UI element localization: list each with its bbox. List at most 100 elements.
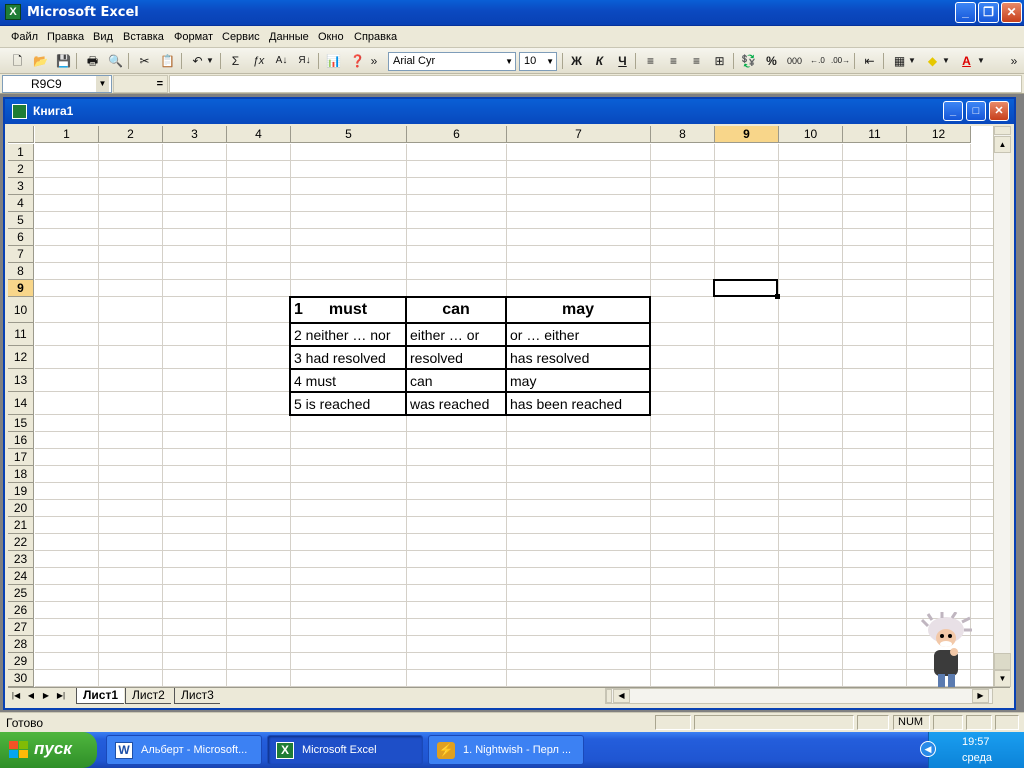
name-box[interactable]: R9C9 ▼ bbox=[2, 75, 112, 93]
scroll-thumb[interactable] bbox=[994, 653, 1011, 670]
print-preview-icon[interactable]: 🔍 bbox=[106, 52, 125, 70]
row-header[interactable]: 15 bbox=[8, 415, 34, 432]
cut-icon[interactable]: ✂ bbox=[135, 52, 154, 70]
row-header[interactable]: 28 bbox=[8, 636, 34, 653]
last-sheet-icon[interactable]: ▶| bbox=[55, 689, 67, 702]
menu-tools[interactable]: Сервис bbox=[222, 31, 260, 43]
column-header[interactable]: 1 bbox=[35, 126, 99, 143]
workbook-icon[interactable] bbox=[12, 104, 27, 119]
row-header[interactable]: 12 bbox=[8, 346, 34, 369]
sheet-tab-2[interactable]: Лист2 bbox=[125, 688, 171, 704]
close-button[interactable]: ✕ bbox=[1001, 2, 1022, 23]
table-cell[interactable]: can bbox=[405, 368, 507, 393]
thousands-button[interactable]: 000 bbox=[785, 52, 804, 70]
menu-edit[interactable]: Правка bbox=[47, 31, 84, 43]
table-cell[interactable]: 3 had resolved bbox=[289, 345, 407, 370]
row-header[interactable]: 26 bbox=[8, 602, 34, 619]
table-cell[interactable]: 5 is reached bbox=[289, 391, 407, 416]
row-header[interactable]: 7 bbox=[8, 246, 34, 263]
scroll-left-icon[interactable]: ◀ bbox=[613, 689, 630, 703]
merge-center-icon[interactable]: ⊞ bbox=[710, 52, 729, 70]
row-header[interactable]: 20 bbox=[8, 500, 34, 517]
scroll-up-icon[interactable]: ▲ bbox=[994, 136, 1011, 153]
row-header[interactable]: 1 bbox=[8, 144, 34, 161]
increase-decimal-icon[interactable]: ←.0 bbox=[808, 52, 827, 70]
toolbar-options-icon[interactable]: » bbox=[1008, 52, 1020, 70]
column-header[interactable]: 12 bbox=[907, 126, 971, 143]
row-header[interactable]: 27 bbox=[8, 619, 34, 636]
vertical-scrollbar[interactable]: ▲ ▼ bbox=[993, 126, 1011, 687]
align-right-icon[interactable]: ≡ bbox=[687, 52, 706, 70]
menu-window[interactable]: Окно bbox=[318, 31, 344, 43]
chart-wizard-icon[interactable]: 📊 bbox=[324, 52, 343, 70]
header-can[interactable]: can bbox=[405, 296, 507, 324]
row-header[interactable]: 14 bbox=[8, 392, 34, 415]
sort-ascending-icon[interactable]: A↓ bbox=[272, 52, 291, 70]
row-header[interactable]: 17 bbox=[8, 449, 34, 466]
decrease-indent-icon[interactable]: ⇤ bbox=[860, 52, 879, 70]
row-header[interactable]: 16 bbox=[8, 432, 34, 449]
bold-button[interactable]: Ж bbox=[567, 52, 586, 70]
office-assistant-icon[interactable] bbox=[918, 612, 974, 696]
table-cell[interactable]: 1 must bbox=[289, 296, 407, 324]
table-cell[interactable]: has resolved bbox=[505, 345, 651, 370]
sort-descending-icon[interactable]: Я↓ bbox=[295, 52, 314, 70]
row-header[interactable]: 19 bbox=[8, 483, 34, 500]
align-center-icon[interactable]: ≡ bbox=[664, 52, 683, 70]
menu-file[interactable]: Файл bbox=[11, 31, 38, 43]
tray-expand-icon[interactable]: ◀ bbox=[920, 741, 936, 757]
column-header[interactable]: 11 bbox=[843, 126, 907, 143]
row-header[interactable]: 30 bbox=[8, 670, 34, 687]
column-header[interactable]: 7 bbox=[507, 126, 651, 143]
taskbar-item-player[interactable]: ⚡ 1. Nightwish - Перл ... bbox=[428, 735, 584, 765]
row-header[interactable]: 11 bbox=[8, 323, 34, 346]
open-icon[interactable]: 📂 bbox=[31, 52, 50, 70]
table-cell[interactable]: or … either bbox=[505, 322, 651, 347]
row-header[interactable]: 22 bbox=[8, 534, 34, 551]
font-color-icon[interactable]: A bbox=[957, 52, 976, 70]
column-header[interactable]: 2 bbox=[99, 126, 163, 143]
help-icon[interactable]: ❓ bbox=[348, 52, 367, 70]
column-header[interactable]: 6 bbox=[407, 126, 507, 143]
menu-insert[interactable]: Вставка bbox=[123, 31, 164, 43]
row-header[interactable]: 2 bbox=[8, 161, 34, 178]
horizontal-scrollbar[interactable]: ◀ ▶ bbox=[605, 688, 993, 704]
font-color-dropdown-icon[interactable]: ▼ bbox=[976, 52, 986, 70]
table-cell[interactable]: may bbox=[505, 368, 651, 393]
formula-equals-button[interactable]: = bbox=[113, 75, 168, 93]
next-sheet-icon[interactable]: ▶ bbox=[40, 689, 52, 702]
row-header[interactable]: 25 bbox=[8, 585, 34, 602]
select-all-corner[interactable] bbox=[8, 126, 34, 143]
menu-data[interactable]: Данные bbox=[269, 31, 309, 43]
table-cell[interactable]: resolved bbox=[405, 345, 507, 370]
prev-sheet-icon[interactable]: ◀ bbox=[25, 689, 37, 702]
menu-help[interactable]: Справка bbox=[354, 31, 397, 43]
split-box[interactable] bbox=[994, 126, 1011, 135]
print-icon[interactable]: 🖶 bbox=[83, 52, 102, 70]
header-may[interactable]: may bbox=[505, 296, 651, 324]
borders-dropdown-icon[interactable]: ▼ bbox=[907, 52, 917, 70]
scroll-right-icon[interactable]: ▶ bbox=[972, 689, 989, 703]
row-header[interactable]: 13 bbox=[8, 369, 34, 392]
first-sheet-icon[interactable]: |◀ bbox=[10, 689, 22, 702]
new-icon[interactable]: 🗋 bbox=[8, 52, 27, 70]
column-header[interactable]: 8 bbox=[651, 126, 715, 143]
worksheet-grid[interactable]: 1 2 3 4 5 6 7 8 9 10 11 12 1 2 3 4 5 6 7 8 9 10 11 12 13 14 15 16 1… bbox=[8, 126, 993, 687]
formula-input[interactable] bbox=[169, 75, 1022, 93]
toolbar-more-icon[interactable]: » bbox=[369, 52, 379, 70]
chevron-down-icon[interactable]: ▼ bbox=[96, 76, 109, 92]
workbook-minimize-button[interactable]: _ bbox=[943, 101, 963, 121]
row-header[interactable]: 9 bbox=[8, 280, 34, 297]
table-cell[interactable]: was reached bbox=[405, 391, 507, 416]
workbook-close-button[interactable]: ✕ bbox=[989, 101, 1009, 121]
column-header[interactable]: 4 bbox=[227, 126, 291, 143]
taskbar-item-word[interactable]: W Альберт - Microsoft... bbox=[106, 735, 262, 765]
sheet-tab-3[interactable]: Лист3 bbox=[174, 688, 220, 704]
taskbar-item-excel[interactable]: X Microsoft Excel bbox=[267, 735, 423, 765]
autosum-icon[interactable]: Σ bbox=[226, 52, 245, 70]
row-header[interactable]: 29 bbox=[8, 653, 34, 670]
row-header[interactable]: 10 bbox=[8, 297, 34, 323]
column-header[interactable]: 10 bbox=[779, 126, 843, 143]
font-size-select[interactable]: 10 ▼ bbox=[519, 52, 557, 71]
underline-button[interactable]: Ч bbox=[613, 52, 632, 70]
